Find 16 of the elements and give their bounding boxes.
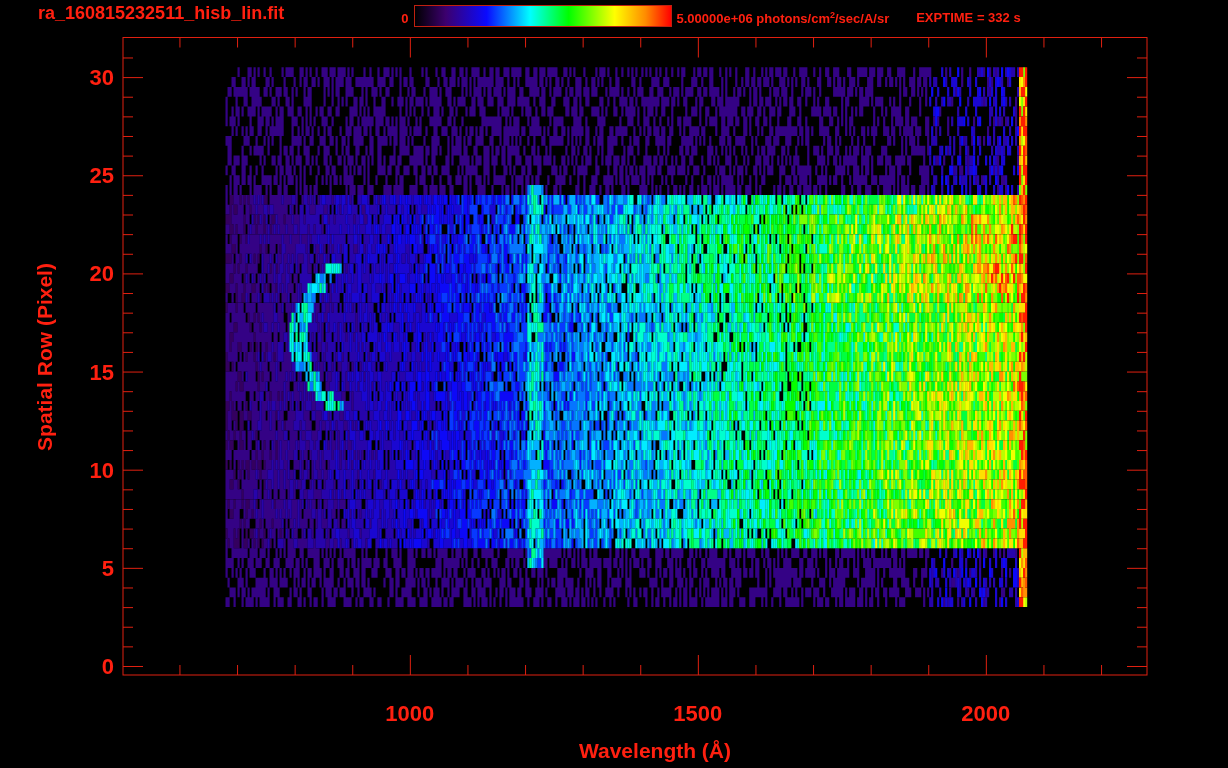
x-tick-label: 2000 [961,701,1011,726]
colorbar-min-label: 0 [401,11,409,26]
y-tick-label: 0 [101,654,114,679]
exposure-time-label: EXPTIME = 332 s [916,10,1021,25]
y-tick-label: 10 [89,457,114,483]
y-tick-label: 5 [101,555,114,581]
y-tick-label: 25 [89,163,114,189]
x-tick-label: 1000 [385,701,435,726]
x-axis-title: Wavelength (Å) [578,739,732,762]
y-tick-label: 30 [89,65,114,91]
y-axis-title: Spatial Row (Pixel) [33,263,56,451]
y-tick-label: 15 [89,359,114,385]
plot-title: ra_160815232511_hisb_lin.fit [38,3,285,24]
x-tick-label: 1500 [673,701,723,726]
y-tick-label: 20 [89,261,114,287]
colorbar-max-label: 5.00000e+06 photons/cm$^{2}$/sec/A/sr [676,10,890,27]
